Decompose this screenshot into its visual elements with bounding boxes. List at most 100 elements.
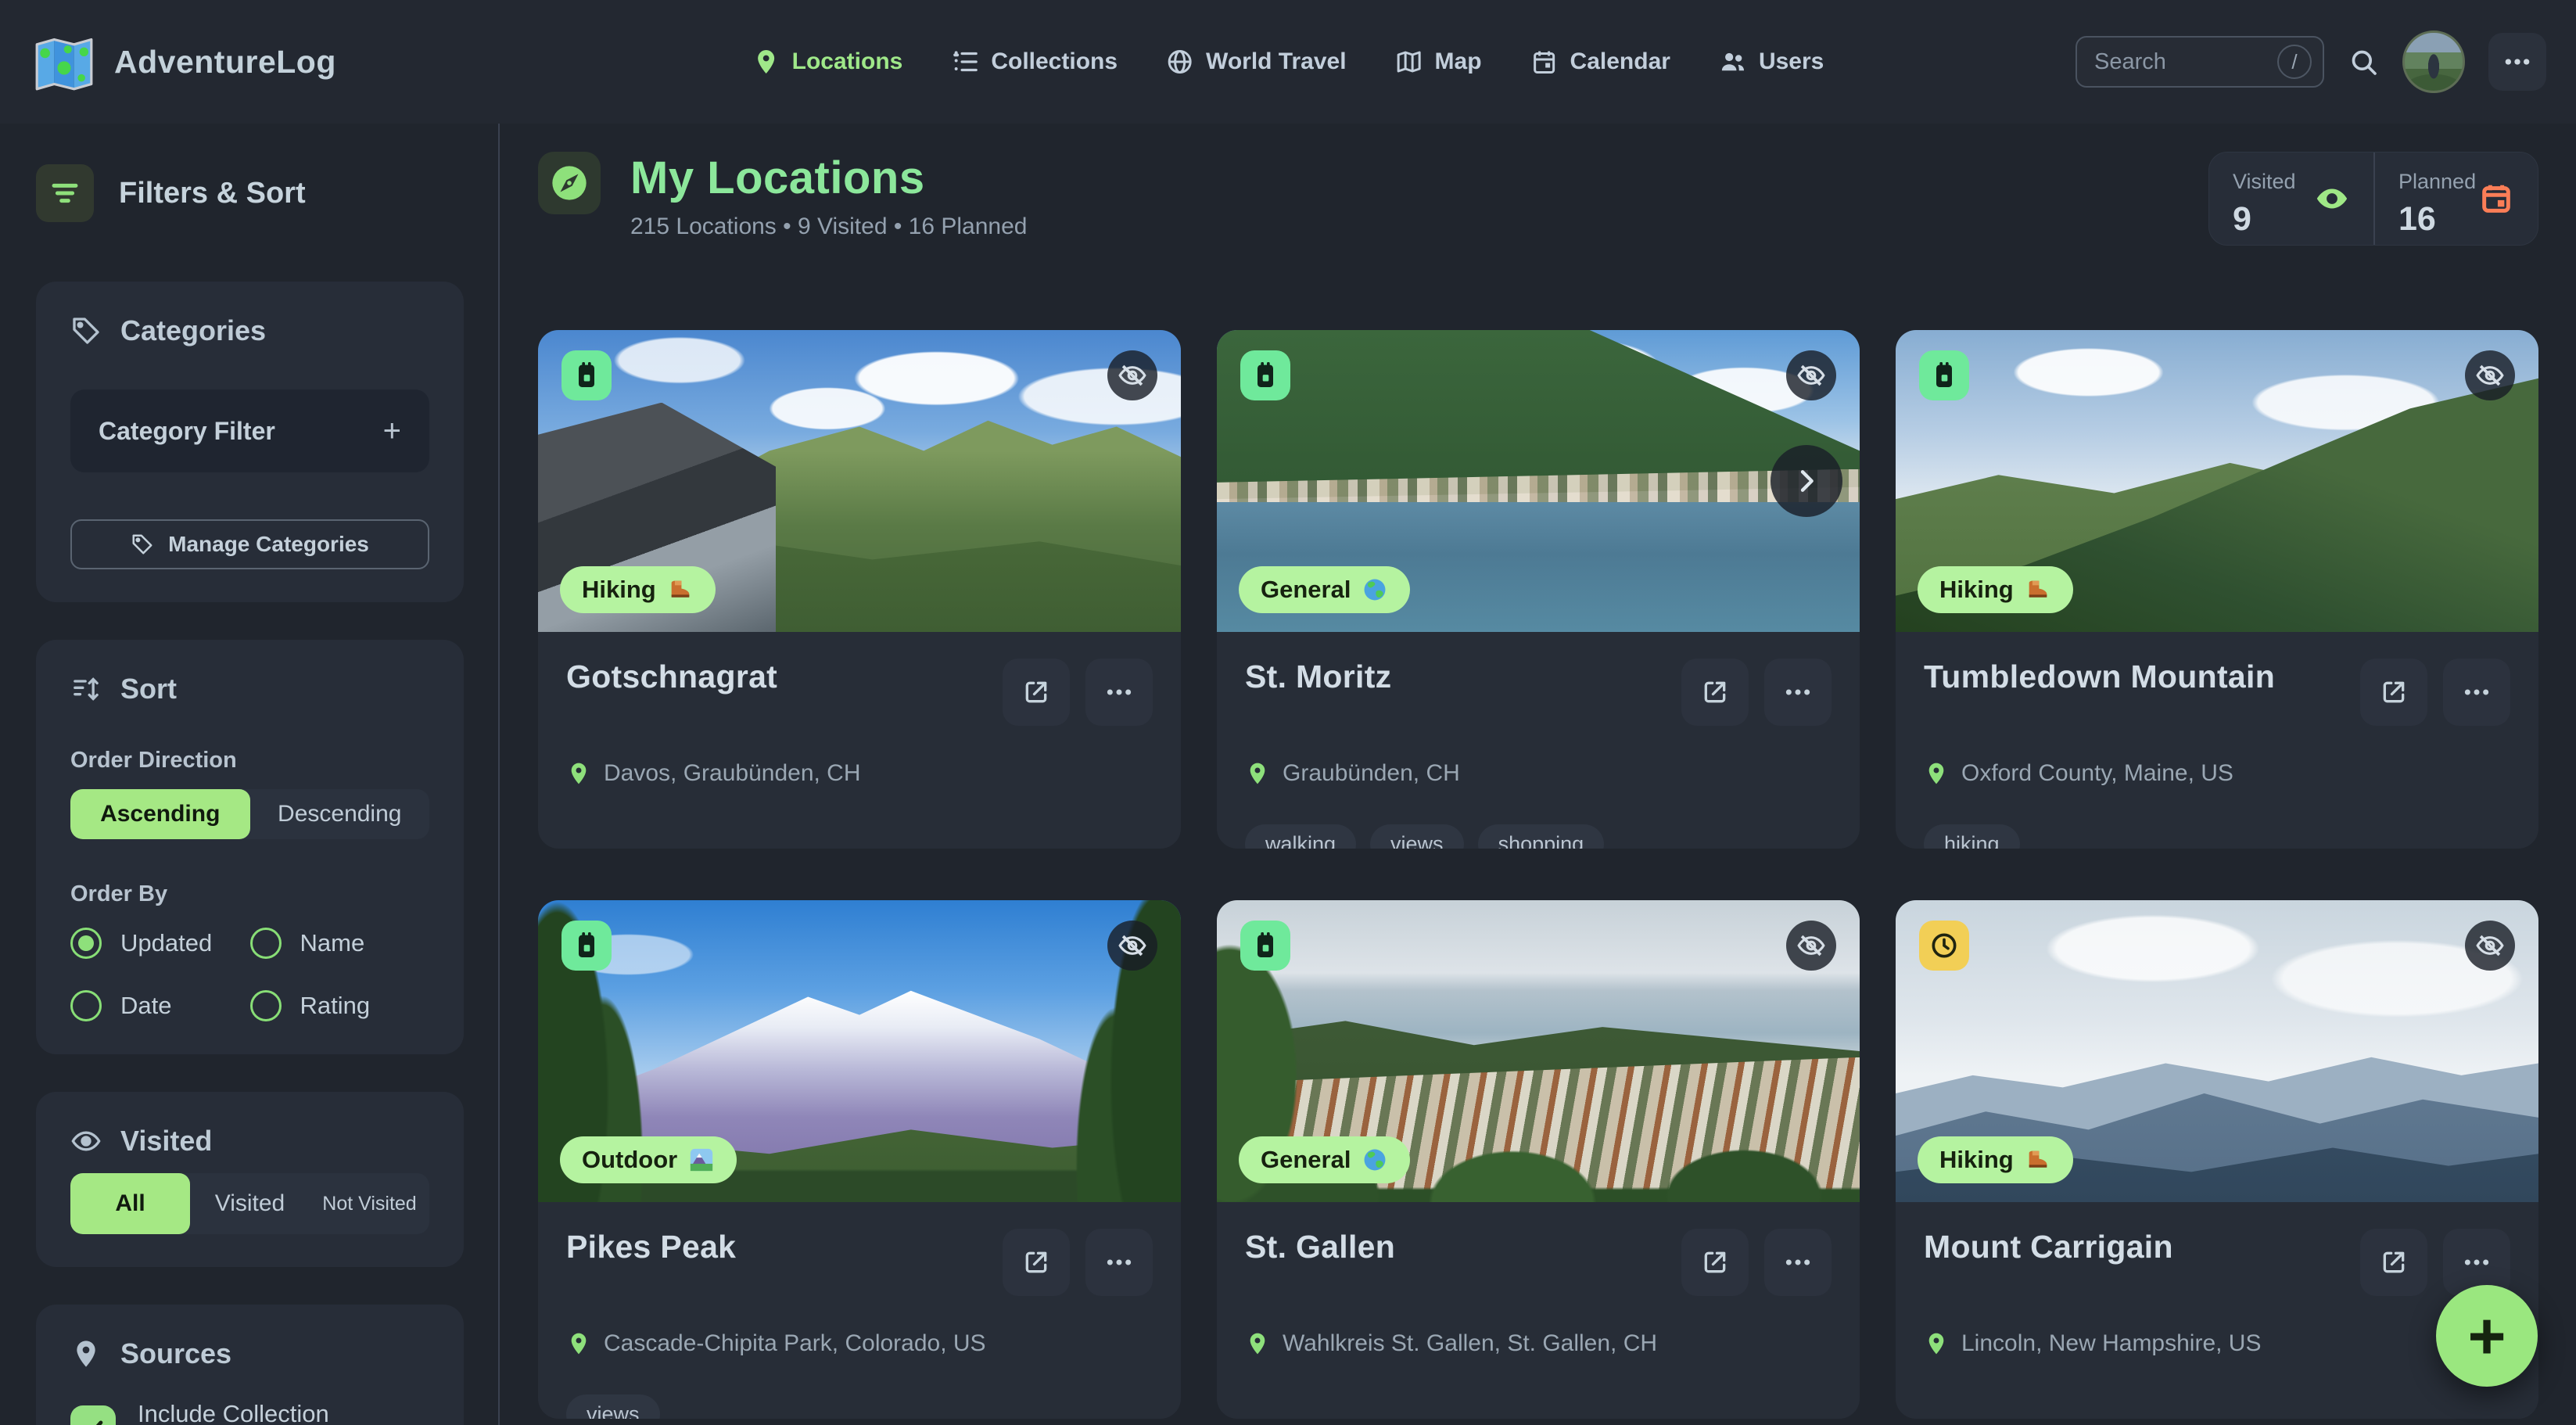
search-input[interactable] [2094, 49, 2277, 75]
external-link-icon [2378, 677, 2409, 708]
radio-date[interactable]: Date [70, 990, 250, 1021]
carousel-next-button[interactable] [1771, 445, 1842, 517]
category-filter-collapse[interactable]: Category Filter + [70, 389, 429, 472]
location-card: Outdoor Pikes Peak Cas [538, 900, 1181, 1419]
radio-updated[interactable]: Updated [70, 928, 250, 959]
more-menu-button[interactable] [2488, 33, 2546, 91]
location-region: Cascade-Chipita Park, Colorado, US [566, 1330, 1153, 1357]
eye-off-icon[interactable] [2465, 921, 2515, 971]
nav-item-collections[interactable]: Collections [951, 48, 1118, 76]
card-menu-button[interactable] [1085, 659, 1153, 726]
user-avatar[interactable] [2402, 31, 2465, 93]
filter-icon [36, 164, 94, 222]
page-subtitle: 215 Locations • 9 Visited • 16 Planned [630, 214, 1027, 240]
visited-visited-option[interactable]: Visited [190, 1173, 310, 1234]
tag-pill[interactable]: shopping [1478, 824, 1605, 849]
add-location-button[interactable]: + [2436, 1285, 2538, 1387]
calendar-check-icon [1250, 360, 1281, 391]
radio-name[interactable]: Name [250, 928, 430, 959]
visited-all-option[interactable]: All [70, 1173, 190, 1234]
eye-off-icon[interactable] [1786, 350, 1836, 400]
open-location-button[interactable] [1003, 659, 1070, 726]
open-location-button[interactable] [1681, 1229, 1749, 1296]
location-region-text: Wahlkreis St. Gallen, St. Gallen, CH [1283, 1330, 1657, 1357]
nav-item-users[interactable]: Users [1719, 48, 1824, 76]
card-body: Gotschnagrat Davos, Graubünden, CH [538, 632, 1181, 849]
users-icon [1719, 48, 1747, 76]
tag-pill[interactable]: views [566, 1394, 660, 1419]
adventurelog-app: AdventureLog Locations Collections World… [0, 0, 2576, 1425]
calendar-check-icon [1928, 360, 1960, 391]
nav-item-world-travel[interactable]: World Travel [1166, 48, 1347, 76]
sidebar-title: Filters & Sort [119, 177, 306, 210]
card-menu-button[interactable] [2443, 659, 2510, 726]
pin-icon [1245, 1331, 1270, 1356]
hiking-boot-icon [2025, 576, 2051, 603]
app-logo-map-icon [34, 32, 94, 92]
location-region-text: Graubünden, CH [1283, 760, 1460, 787]
open-location-button[interactable] [1681, 659, 1749, 726]
chevron-right-icon [1791, 465, 1822, 497]
open-location-button[interactable] [1003, 1229, 1070, 1296]
search-icon[interactable] [2348, 46, 2379, 77]
pin-icon [1924, 761, 1949, 786]
location-photo[interactable]: General [1217, 900, 1860, 1202]
card-menu-button[interactable] [1764, 1229, 1832, 1296]
location-region-text: Lincoln, New Hampshire, US [1961, 1330, 2261, 1357]
card-menu-button[interactable] [1764, 659, 1832, 726]
location-photo[interactable]: Hiking [1896, 330, 2538, 632]
location-photo[interactable]: Hiking [538, 330, 1181, 632]
eye-off-icon[interactable] [1107, 921, 1157, 971]
descending-option[interactable]: Descending [250, 789, 430, 839]
radio-icon [70, 928, 102, 959]
manage-categories-button[interactable]: Manage Categories [70, 519, 429, 569]
ellipsis-icon [1103, 1247, 1135, 1278]
card-actions [1003, 659, 1153, 726]
order-direction-label: Order Direction [70, 748, 429, 774]
visited-count: 9 [2233, 200, 2373, 239]
location-region-text: Davos, Graubünden, CH [604, 760, 861, 787]
eye-off-icon[interactable] [1107, 350, 1157, 400]
page-title: My Locations [630, 152, 1027, 204]
category-badge: Hiking [560, 566, 716, 613]
visited-section: Visited All Visited Not Visited [36, 1092, 464, 1267]
card-menu-button[interactable] [1085, 1229, 1153, 1296]
eye-off-icon[interactable] [2465, 350, 2515, 400]
park-icon [688, 1147, 715, 1173]
visited-not-visited-option[interactable]: Not Visited [310, 1173, 429, 1234]
pin-icon [566, 761, 591, 786]
eye-off-icon[interactable] [1786, 921, 1836, 971]
include-collection-locations-checkbox[interactable]: Include Collection Locations [70, 1400, 429, 1425]
stats-card: Visited 9 Planned 16 [2208, 152, 2538, 246]
sort-heading: Sort [70, 673, 429, 705]
tag-pill[interactable]: walking [1245, 824, 1356, 849]
nav-item-map[interactable]: Map [1395, 48, 1482, 76]
order-by-label: Order By [70, 881, 429, 907]
top-navbar: AdventureLog Locations Collections World… [0, 0, 2576, 124]
open-location-button[interactable] [2360, 659, 2427, 726]
brand[interactable]: AdventureLog [34, 32, 336, 92]
radio-rating[interactable]: Rating [250, 990, 430, 1021]
tag-icon [131, 533, 154, 556]
calendar-check-icon [571, 360, 602, 391]
planned-count: 16 [2398, 200, 2538, 239]
calendar-icon [2478, 181, 2514, 217]
hiking-boot-icon [2025, 1147, 2051, 1173]
location-card: General St. Moritz Gra [1217, 330, 1860, 849]
nav-item-calendar[interactable]: Calendar [1530, 48, 1670, 76]
location-title: Tumbledown Mountain [1924, 659, 2275, 695]
tag-pill[interactable]: views [1370, 824, 1464, 849]
location-photo[interactable]: General [1217, 330, 1860, 632]
ascending-option[interactable]: Ascending [70, 789, 250, 839]
navbar-right: / [2076, 0, 2546, 124]
category-label: General [1261, 576, 1351, 604]
nav-item-locations[interactable]: Locations [752, 48, 903, 76]
page-header: My Locations 215 Locations • 9 Visited •… [538, 152, 2538, 246]
tag-list: views [566, 1394, 1153, 1419]
tag-pill[interactable]: hiking [1924, 824, 2020, 849]
pin-icon [1245, 761, 1270, 786]
open-location-button[interactable] [2360, 1229, 2427, 1296]
location-photo[interactable]: Hiking [1896, 900, 2538, 1202]
location-photo[interactable]: Outdoor [538, 900, 1181, 1202]
external-link-icon [2378, 1247, 2409, 1278]
